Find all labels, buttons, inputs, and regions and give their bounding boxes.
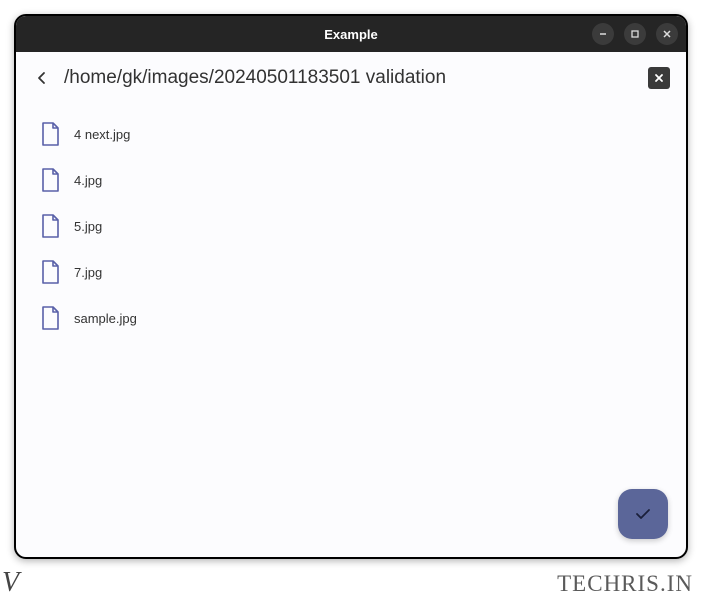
file-list: 4 next.jpg 4.jpg 5.jpg 7.jpg	[16, 100, 686, 557]
file-name: 5.jpg	[74, 219, 102, 234]
titlebar: Example	[16, 16, 686, 52]
maximize-button[interactable]	[624, 23, 646, 45]
close-icon	[662, 29, 672, 39]
file-icon	[40, 168, 60, 192]
minimize-icon	[598, 29, 608, 39]
window-title: Example	[324, 27, 377, 42]
check-icon	[632, 503, 654, 525]
minimize-button[interactable]	[592, 23, 614, 45]
maximize-icon	[630, 29, 640, 39]
file-icon	[40, 122, 60, 146]
file-icon	[40, 306, 60, 330]
titlebar-controls	[592, 23, 678, 45]
chevron-left-icon	[35, 71, 49, 85]
close-button[interactable]	[656, 23, 678, 45]
list-item[interactable]: 4.jpg	[32, 158, 670, 202]
file-name: 4 next.jpg	[74, 127, 130, 142]
breadcrumb-path[interactable]: /home/gk/images/20240501183501 validatio…	[64, 67, 638, 89]
list-item[interactable]: sample.jpg	[32, 296, 670, 340]
file-icon	[40, 214, 60, 238]
back-button[interactable]	[30, 66, 54, 90]
file-name: 7.jpg	[74, 265, 102, 280]
watermark-logo: V	[2, 567, 19, 599]
list-item[interactable]: 7.jpg	[32, 250, 670, 294]
file-name: 4.jpg	[74, 173, 102, 188]
confirm-button[interactable]	[618, 489, 668, 539]
path-header: /home/gk/images/20240501183501 validatio…	[16, 52, 686, 100]
file-icon	[40, 260, 60, 284]
app-window: Example	[14, 14, 688, 559]
watermark-text: TECHRIS.IN	[557, 571, 693, 597]
list-item[interactable]: 4 next.jpg	[32, 112, 670, 156]
file-name: sample.jpg	[74, 311, 137, 326]
x-icon	[653, 72, 665, 84]
list-item[interactable]: 5.jpg	[32, 204, 670, 248]
clear-path-button[interactable]	[648, 67, 670, 89]
